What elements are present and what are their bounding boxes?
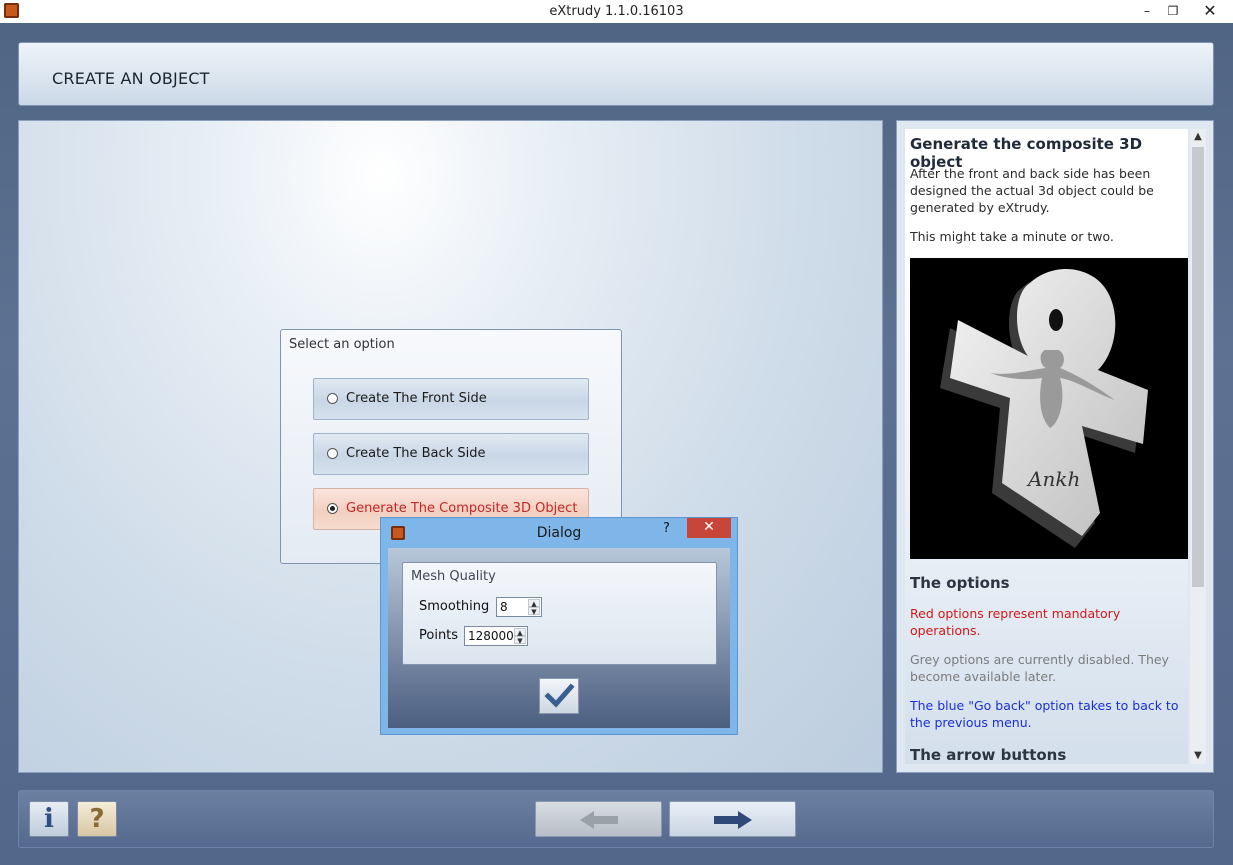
info-icon: i — [44, 804, 54, 834]
points-label: Points — [419, 628, 459, 643]
mesh-dialog: Dialog ? ✕ Mesh Quality Smoothing 8 ▲ ▼ … — [380, 517, 738, 735]
radio-front-side[interactable] — [327, 393, 338, 404]
preview-image: Ankh — [910, 258, 1188, 559]
dialog-body: Mesh Quality Smoothing 8 ▲ ▼ Points 1280… — [388, 548, 730, 728]
help-paragraph: After the front and back side has been d… — [910, 166, 1154, 215]
option-label: Create The Front Side — [346, 391, 487, 406]
go-back-note: The blue "Go back" option takes to back … — [910, 698, 1179, 730]
spin-up-icon[interactable]: ▲ — [528, 599, 540, 608]
scroll-up-icon[interactable]: ▲ — [1190, 129, 1206, 145]
arrow-left-icon — [580, 811, 618, 829]
scroll-down-icon[interactable]: ▼ — [1190, 748, 1206, 764]
minimize-button[interactable]: – — [1133, 0, 1161, 23]
scroll-thumb[interactable] — [1192, 147, 1204, 587]
radio-back-side[interactable] — [327, 448, 338, 459]
restore-button[interactable]: ❐ — [1159, 0, 1187, 23]
smoothing-spin-buttons[interactable]: ▲ ▼ — [528, 599, 540, 616]
close-button[interactable]: ✕ — [1187, 0, 1233, 23]
mandatory-note: Red options represent mandatory operatio… — [910, 606, 1121, 638]
points-spinbox[interactable]: 128000 ▲ ▼ — [464, 626, 528, 646]
help-panel: Generate the composite 3D object After t… — [896, 120, 1214, 773]
smoothing-value: 8 — [500, 600, 508, 614]
back-button[interactable] — [535, 801, 662, 837]
arrow-right-icon — [714, 811, 752, 829]
spin-down-icon[interactable]: ▼ — [514, 636, 526, 645]
option-label: Generate The Composite 3D Object — [346, 501, 578, 516]
option-create-front-side[interactable]: Create The Front Side — [313, 378, 589, 420]
radio-generate-composite[interactable] — [327, 503, 338, 514]
points-value: 128000 — [468, 629, 514, 643]
window-title: eXtrudy 1.1.0.16103 — [549, 4, 684, 19]
options-heading: The options — [910, 574, 1010, 592]
dialog-help-button[interactable]: ? — [663, 521, 670, 536]
mesh-quality-label: Mesh Quality — [411, 569, 496, 584]
help-button[interactable]: ? — [77, 801, 117, 837]
help-scrollbar[interactable]: ▲ ▼ — [1190, 129, 1206, 764]
question-icon: ? — [89, 804, 105, 834]
group-label: Select an option — [289, 337, 395, 352]
arrows-heading: The arrow buttons — [910, 746, 1067, 764]
mesh-quality-group: Mesh Quality Smoothing 8 ▲ ▼ Points 1280… — [402, 562, 717, 665]
ankh-3d-object-icon: Ankh — [940, 268, 1148, 548]
forward-button[interactable] — [669, 801, 796, 837]
spin-up-icon[interactable]: ▲ — [514, 628, 526, 637]
spin-down-icon[interactable]: ▼ — [528, 607, 540, 616]
dialog-close-button[interactable]: ✕ — [687, 518, 731, 538]
info-button[interactable]: i — [29, 801, 69, 837]
option-label: Create The Back Side — [346, 446, 486, 461]
confirm-button[interactable] — [539, 678, 579, 714]
smoothing-spinbox[interactable]: 8 ▲ ▼ — [496, 597, 542, 617]
option-create-back-side[interactable]: Create The Back Side — [313, 433, 589, 475]
help-content[interactable]: Generate the composite 3D object After t… — [905, 129, 1188, 764]
disabled-note: Grey options are currently disabled. The… — [910, 652, 1169, 684]
dialog-title: Dialog — [536, 525, 582, 541]
smoothing-label: Smoothing — [419, 599, 490, 614]
page-title: CREATE AN OBJECT — [52, 69, 210, 88]
title-bar: eXtrudy 1.1.0.16103 – ❐ ✕ — [0, 0, 1233, 23]
preview-signature: Ankh — [1026, 467, 1080, 491]
points-spin-buttons[interactable]: ▲ ▼ — [514, 628, 526, 645]
checkmark-icon — [544, 683, 575, 708]
help-paragraph: This might take a minute or two. — [910, 229, 1114, 244]
bottom-toolbar: i ? — [18, 790, 1214, 848]
page-header: CREATE AN OBJECT — [18, 42, 1214, 106]
